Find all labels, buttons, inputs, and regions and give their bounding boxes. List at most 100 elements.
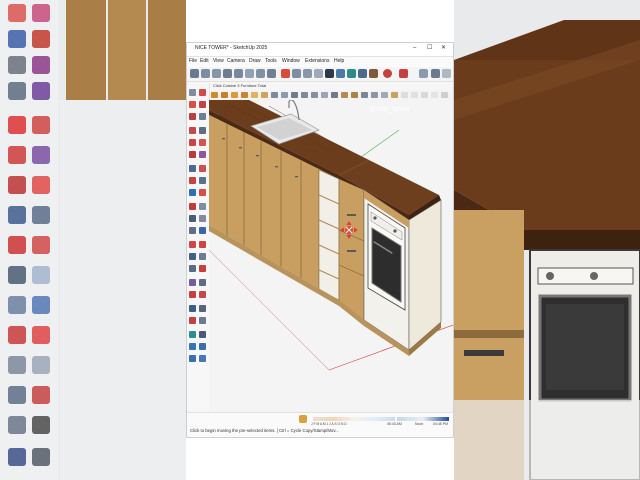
zoom-icon[interactable] bbox=[369, 69, 378, 78]
arc-tool-icon[interactable] bbox=[189, 127, 196, 134]
menu-window[interactable]: Window bbox=[282, 58, 300, 64]
eraser-tool-icon[interactable] bbox=[199, 89, 206, 96]
protractor-tool-icon[interactable] bbox=[189, 215, 196, 222]
globe-tool-icon[interactable] bbox=[189, 305, 196, 312]
paint-tool-icon[interactable] bbox=[189, 101, 196, 108]
close-button[interactable]: ✕ bbox=[441, 45, 446, 51]
plugin-panel-icon[interactable] bbox=[271, 92, 278, 98]
arc-icon[interactable] bbox=[234, 69, 243, 78]
followme-tool-icon[interactable] bbox=[199, 165, 206, 172]
open-shelf-unit[interactable] bbox=[318, 169, 340, 301]
tape-icon[interactable] bbox=[314, 69, 323, 78]
plugin-panel-icon[interactable] bbox=[301, 92, 308, 98]
plugin-light-icon[interactable] bbox=[441, 92, 448, 98]
offset-icon[interactable] bbox=[303, 69, 312, 78]
walk-tool-icon[interactable] bbox=[199, 279, 206, 286]
paint-icon[interactable] bbox=[212, 69, 221, 78]
oven-knob-icon[interactable] bbox=[393, 229, 397, 233]
fog-tool-icon[interactable] bbox=[199, 331, 206, 338]
menu-help[interactable]: Help bbox=[334, 58, 344, 64]
tag-tool-icon[interactable] bbox=[199, 101, 206, 108]
subtract-tool-icon[interactable] bbox=[199, 355, 206, 362]
move-icon[interactable] bbox=[267, 69, 276, 78]
plugin-light-icon[interactable] bbox=[431, 92, 438, 98]
line-tool-icon[interactable] bbox=[189, 113, 196, 120]
select-icon[interactable] bbox=[190, 69, 199, 78]
plugin-light-icon[interactable] bbox=[401, 92, 408, 98]
menu-tools[interactable]: Tools bbox=[265, 58, 277, 64]
rotate-icon[interactable] bbox=[281, 69, 290, 78]
axes-tool-icon[interactable] bbox=[189, 227, 196, 234]
plugin-shelf-icon[interactable] bbox=[341, 92, 348, 98]
plugin-panel-icon[interactable] bbox=[281, 92, 288, 98]
warehouse-icon[interactable] bbox=[399, 69, 408, 78]
pushpull-tool-icon[interactable] bbox=[189, 165, 196, 172]
camera-tool-icon[interactable] bbox=[199, 305, 206, 312]
text-icon[interactable] bbox=[325, 69, 334, 78]
move-tool-icon[interactable] bbox=[189, 177, 196, 184]
plugin-panel-icon[interactable] bbox=[291, 92, 298, 98]
solid-tool-icon[interactable] bbox=[189, 343, 196, 350]
maximize-button[interactable]: ☐ bbox=[427, 45, 432, 51]
rectangle-icon[interactable] bbox=[245, 69, 254, 78]
more-icon[interactable] bbox=[442, 69, 451, 78]
pie-tool-icon[interactable] bbox=[199, 127, 206, 134]
orbit-tool-icon[interactable] bbox=[189, 241, 196, 248]
drawer-column[interactable] bbox=[338, 178, 365, 321]
menu-extensions[interactable]: Extensions bbox=[305, 58, 329, 64]
zoomwindow-tool-icon[interactable] bbox=[199, 253, 206, 260]
tape-tool-icon[interactable] bbox=[189, 203, 196, 210]
plugin-panel-icon[interactable] bbox=[311, 92, 318, 98]
plugin-light-icon[interactable] bbox=[421, 92, 428, 98]
select-tool-icon[interactable] bbox=[189, 89, 196, 96]
plugin-shelf-icon[interactable] bbox=[351, 92, 358, 98]
zoom-extents-icon[interactable] bbox=[383, 69, 392, 78]
scale-icon[interactable] bbox=[292, 69, 301, 78]
extension-icon[interactable] bbox=[419, 69, 428, 78]
orbit-icon[interactable] bbox=[347, 69, 356, 78]
plugin-light-icon[interactable] bbox=[411, 92, 418, 98]
styles-tool-icon[interactable] bbox=[189, 317, 196, 324]
plugin-cabinet-icon[interactable] bbox=[231, 92, 238, 98]
rotate-tool-icon[interactable] bbox=[199, 177, 206, 184]
menu-edit[interactable]: Edit bbox=[200, 58, 209, 64]
menu-file[interactable]: File bbox=[189, 58, 197, 64]
oven-knob-icon[interactable] bbox=[373, 216, 377, 220]
section-tool-icon[interactable] bbox=[189, 291, 196, 298]
3dtext-tool-icon[interactable] bbox=[199, 227, 206, 234]
axes-icon[interactable] bbox=[336, 69, 345, 78]
polygon-tool-icon[interactable] bbox=[199, 151, 206, 158]
offset-tool-icon[interactable] bbox=[199, 189, 206, 196]
plugin-panel-icon[interactable] bbox=[321, 92, 328, 98]
shadows-tool-icon[interactable] bbox=[189, 331, 196, 338]
menu-camera[interactable]: Camera bbox=[227, 58, 245, 64]
plugin-cabinet-icon[interactable] bbox=[211, 92, 218, 98]
3d-viewport[interactable]: @nice_tower bbox=[209, 100, 453, 412]
shadow-date-slider[interactable] bbox=[313, 417, 395, 421]
plugin-panel-icon[interactable] bbox=[331, 92, 338, 98]
circle-tool-icon[interactable] bbox=[189, 151, 196, 158]
zoom-tool-icon[interactable] bbox=[189, 253, 196, 260]
pan-icon[interactable] bbox=[358, 69, 367, 78]
rotated-rect-tool-icon[interactable] bbox=[199, 139, 206, 146]
plugin-drawer-icon[interactable] bbox=[261, 92, 268, 98]
pan-tool-icon[interactable] bbox=[199, 241, 206, 248]
kitchen-model[interactable] bbox=[209, 100, 453, 412]
plugin-cabinet-icon[interactable] bbox=[241, 92, 248, 98]
plugin-cabinet-icon[interactable] bbox=[221, 92, 228, 98]
line-icon[interactable] bbox=[223, 69, 232, 78]
pushpull-icon[interactable] bbox=[256, 69, 265, 78]
menu-view[interactable]: View bbox=[213, 58, 224, 64]
menu-draw[interactable]: Draw bbox=[249, 58, 261, 64]
freehand-tool-icon[interactable] bbox=[199, 113, 206, 120]
position-camera-tool-icon[interactable] bbox=[199, 265, 206, 272]
plugin-drawer-icon[interactable] bbox=[251, 92, 258, 98]
shadow-icon[interactable] bbox=[299, 415, 307, 423]
plugin-light-icon[interactable] bbox=[391, 92, 398, 98]
scale-tool-icon[interactable] bbox=[189, 189, 196, 196]
zoomextents-tool-icon[interactable] bbox=[189, 265, 196, 272]
union-tool-icon[interactable] bbox=[189, 355, 196, 362]
layers-tool-icon[interactable] bbox=[199, 317, 206, 324]
search-icon[interactable] bbox=[431, 69, 440, 78]
intersect-tool-icon[interactable] bbox=[199, 343, 206, 350]
